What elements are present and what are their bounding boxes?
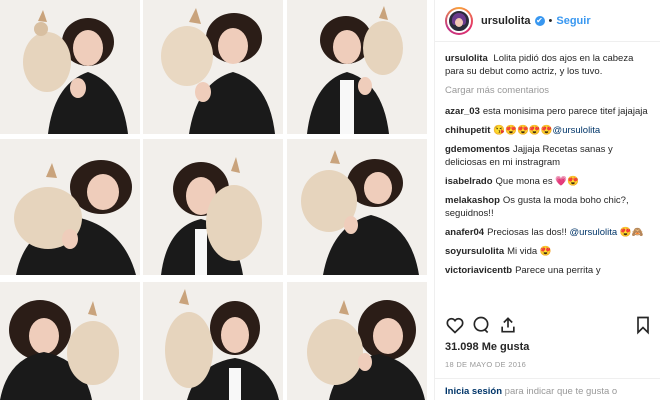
photo-7[interactable]: [0, 282, 140, 400]
post-header: ursulolita ✔ • Seguir: [435, 0, 660, 42]
load-more-comments-button[interactable]: Cargar más comentarios: [445, 84, 655, 97]
heart-icon[interactable]: [445, 315, 465, 335]
comment-item: victoriavicentb Parece una perrita y: [445, 264, 655, 277]
avatar[interactable]: [445, 6, 473, 35]
comment-username[interactable]: soyursulolita: [445, 246, 504, 257]
comment-username[interactable]: gdemomentos: [445, 144, 510, 155]
comment-item: gdemomentos Jajjaja Recetas sanas y delic…: [445, 143, 655, 169]
avatar-image: [447, 8, 471, 33]
login-link[interactable]: Inicia sesión: [445, 386, 502, 397]
comment-text: 😘😍😍😍😍: [493, 125, 553, 136]
photo-grid[interactable]: [0, 0, 431, 400]
comment-item: melakashop Os gusta la moda boho chic?, s…: [445, 194, 655, 220]
comment-username[interactable]: chihupetit: [445, 125, 490, 136]
comment-username[interactable]: melakashop: [445, 195, 500, 206]
photo-5[interactable]: [143, 139, 283, 275]
comment-username[interactable]: anafer04: [445, 227, 484, 238]
comment-item: azar_03 esta monisima pero parece titef j…: [445, 105, 655, 118]
comment-mention[interactable]: @ursulolita: [569, 227, 617, 238]
comment-icon[interactable]: [471, 315, 491, 335]
photo-9[interactable]: [287, 282, 427, 400]
comment-username[interactable]: victoriavicentb: [445, 265, 512, 276]
separator-dot: •: [548, 14, 553, 27]
comment-text: Preciosas las dos!!: [487, 227, 567, 238]
comment-item: isabelrado Que mona es 💗😍: [445, 175, 655, 188]
photo-8[interactable]: [143, 282, 283, 400]
post-sidebar: ursulolita ✔ • Seguir ursulolita Lolita …: [434, 0, 660, 400]
follow-button[interactable]: Seguir: [556, 15, 590, 27]
comment-text: Parece una perrita y: [515, 265, 601, 276]
photo-3[interactable]: [287, 0, 427, 134]
comment-item: soyursulolita Mi vida 😍: [445, 245, 655, 258]
comment-mention[interactable]: @ursulolita: [553, 125, 601, 136]
header-username[interactable]: ursulolita: [481, 15, 531, 27]
photo-2[interactable]: [143, 0, 283, 134]
verified-badge-icon: ✔: [534, 15, 545, 26]
caption: ursulolita Lolita pidió dos ajos en la c…: [445, 52, 655, 78]
share-icon[interactable]: [498, 315, 518, 335]
post-date: 18 DE MAYO DE 2016: [445, 360, 527, 369]
login-text: para indicar que te gusta o: [504, 386, 618, 397]
comment-item: anafer04 Preciosas las dos!! @ursulolita …: [445, 226, 655, 239]
caption-username[interactable]: ursulolita: [445, 53, 488, 64]
comment-emoji: 😍🙈: [619, 227, 644, 238]
likes-count[interactable]: 31.098 Me gusta: [445, 341, 529, 353]
comment-username[interactable]: azar_03: [445, 106, 480, 117]
photo-1[interactable]: [0, 0, 140, 134]
post-actions: [443, 315, 655, 337]
comment-text: esta monisima pero parece titef jajajaja: [482, 106, 648, 117]
bookmark-icon[interactable]: [633, 315, 653, 335]
photo-4[interactable]: [0, 139, 140, 275]
comment-username[interactable]: isabelrado: [445, 176, 493, 187]
login-prompt: Inicia sesión para indicar que te gusta …: [435, 378, 660, 400]
photo-6[interactable]: [287, 139, 427, 275]
comment-text: Que mona es 💗😍: [495, 176, 579, 187]
comment-list[interactable]: ursulolita Lolita pidió dos ajos en la c…: [445, 52, 655, 304]
comment-text: Mi vida 😍: [507, 246, 552, 257]
comment-item: chihupetit 😘😍😍😍😍@ursulolita: [445, 124, 655, 137]
